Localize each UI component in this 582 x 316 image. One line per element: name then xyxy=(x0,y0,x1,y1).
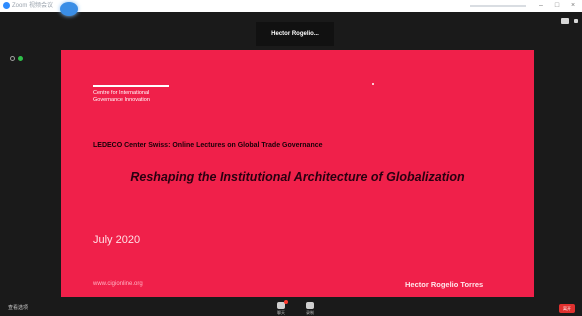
minimize-button[interactable]: – xyxy=(536,1,546,11)
record-button[interactable]: 录制 xyxy=(302,302,318,316)
view-options-button[interactable]: 查看选项 xyxy=(8,304,28,311)
chat-icon xyxy=(277,300,288,309)
window-drag-bar[interactable] xyxy=(470,5,526,7)
org-divider xyxy=(93,85,169,87)
zoom-logo-icon xyxy=(3,2,10,9)
chat-label: 聊天 xyxy=(277,310,285,315)
info-icon[interactable] xyxy=(10,56,15,61)
slide-url: www.cigionline.org xyxy=(93,281,143,287)
record-label: 录制 xyxy=(306,310,314,315)
org-name: Centre for International Governance Inno… xyxy=(93,90,150,103)
mouse-pointer xyxy=(372,83,374,85)
slide-date: July 2020 xyxy=(93,234,141,246)
floating-button[interactable] xyxy=(60,2,78,16)
speaker-name: Hector Rogelio... xyxy=(271,31,319,37)
org-name-line2: Governance Innovation xyxy=(93,96,150,103)
presenter-name: Hector Rogelio Torres xyxy=(405,280,484,289)
gallery-view-icon[interactable] xyxy=(561,18,569,24)
shared-screen-slide: Centre for International Governance Inno… xyxy=(61,50,534,297)
meeting-toolbar: 查看选项 聊天 录制 离开 xyxy=(0,300,582,316)
view-controls xyxy=(561,18,578,24)
leave-meeting-button[interactable]: 离开 xyxy=(559,304,575,313)
window-title: Zoom 视频会议 xyxy=(12,3,54,9)
fullscreen-icon[interactable] xyxy=(574,19,578,23)
org-name-line1: Centre for International xyxy=(93,90,150,96)
lecture-series: LEDECO Center Swiss: Online Lectures on … xyxy=(93,142,323,149)
slide-title: Reshaping the Institutional Architecture… xyxy=(130,170,465,184)
maximize-button[interactable]: □ xyxy=(552,1,562,11)
close-button[interactable]: × xyxy=(568,1,578,11)
encryption-shield-icon[interactable] xyxy=(18,56,23,61)
record-icon xyxy=(306,302,314,309)
window-titlebar: Zoom 视频会议 – □ × xyxy=(0,0,582,16)
chat-button[interactable]: 聊天 xyxy=(273,300,289,316)
notification-badge xyxy=(284,300,288,304)
active-speaker-thumbnail[interactable]: Hector Rogelio... xyxy=(256,22,334,46)
meeting-info[interactable] xyxy=(10,56,23,61)
